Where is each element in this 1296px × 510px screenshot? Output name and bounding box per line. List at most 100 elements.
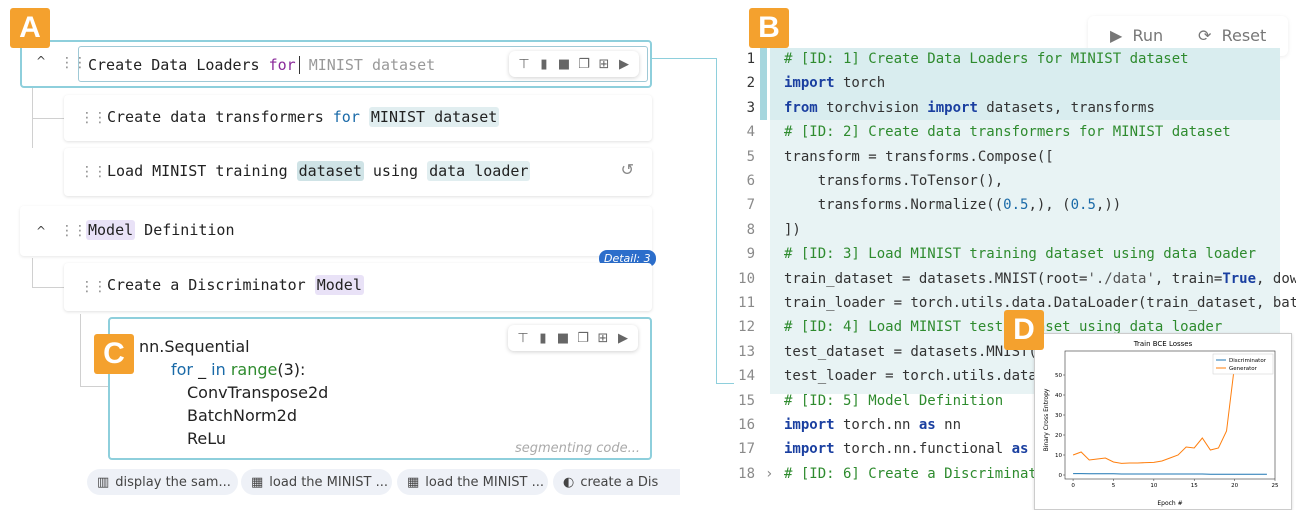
code-text: import torch xyxy=(784,75,886,92)
segmenting-status: segmenting code... xyxy=(514,441,640,456)
x-tick-label: 10 xyxy=(1150,483,1157,489)
entity-highlight[interactable]: data loader xyxy=(427,161,531,181)
run-block-icon[interactable]: ▶ xyxy=(616,331,630,346)
block-title-placeholder: MINIST dataset xyxy=(299,56,436,74)
block-title-space xyxy=(360,108,369,126)
line-number: 13 xyxy=(738,343,755,360)
chip-label: display the sam... xyxy=(115,474,231,490)
line-number: 11 xyxy=(738,295,755,311)
x-tick-label: 20 xyxy=(1231,483,1238,489)
code-line: 11 train_loader = torch.utils.data.DataLo… xyxy=(715,291,1296,315)
code-line: 10 train_dataset = datasets.MNIST(root='.… xyxy=(715,267,1296,291)
seq-token: _ xyxy=(193,360,212,379)
loss-chart-panel: Train BCE Losses Epoch # Binary Cross En… xyxy=(1034,333,1292,510)
code-line: 5 transform = transforms.Compose([ xyxy=(715,145,1280,169)
block-title: Model Definition xyxy=(86,220,235,240)
block-toolbar: ⊤ ▮ ■ ❐ ⊞ ▶ xyxy=(509,51,639,77)
plot-area: 0 5 10 15 20 25 0 10 20 30 40 50 Discriminator Genera… xyxy=(1055,350,1279,489)
seq-line: nn.Sequential xyxy=(139,337,250,356)
block-model-definition[interactable]: ^ ⋮⋮ Model Definition xyxy=(20,206,652,256)
line-number: 9 xyxy=(746,246,755,263)
reset-button[interactable]: ⟳ Reset xyxy=(1198,26,1266,45)
code-line: 9 # [ID: 3] Load MINIST training dataset … xyxy=(715,242,1280,266)
block-sequential[interactable]: nn.Sequential for _ in range(3): ConvTra… xyxy=(108,317,652,460)
block-create-data-loaders[interactable]: ^ ⋮⋮ Create Data Loaders for MINIST data… xyxy=(20,40,652,88)
suggestion-chip[interactable]: ▥ display the sam... xyxy=(87,469,238,495)
line-number: 8 xyxy=(746,221,755,238)
tree-connector xyxy=(32,118,64,119)
code-line: 1 # [ID: 1] Create Data Loaders for MINIS… xyxy=(715,47,1280,71)
line-number: 3 xyxy=(746,99,755,116)
seq-line: BatchNorm2d xyxy=(187,406,297,425)
block-title-text: Create data transformers xyxy=(107,108,333,126)
block-create-transformers[interactable]: ⋮⋮ Create data transformers for MINIST d… xyxy=(64,95,652,141)
code-line: 6 transforms.ToTensor(), xyxy=(715,169,1280,193)
entity-highlight[interactable]: Model xyxy=(314,275,364,295)
code-text: # [ID: 2] Create data transformers for M… xyxy=(784,124,1231,141)
expand-icon[interactable]: ▮ xyxy=(536,331,550,346)
suggestion-chip[interactable]: ◐ create a Dis xyxy=(553,469,680,495)
keyword-range: range xyxy=(225,360,278,379)
keyword-for: for xyxy=(332,108,360,126)
fold-chevron-icon[interactable]: › xyxy=(765,462,773,486)
code-text: # [ID: 3] Load MINIST training dataset u… xyxy=(784,246,1257,263)
code-text: test_loader = torch.utils.data. xyxy=(784,368,1046,385)
code-text: transform = transforms.Compose([ xyxy=(784,148,1054,165)
label-badge-d: D xyxy=(1004,310,1044,350)
y-tick-label: 10 xyxy=(1055,453,1062,459)
loss-chart: Train BCE Losses Epoch # Binary Cross En… xyxy=(1043,340,1279,507)
keyword-in: in xyxy=(211,360,226,379)
suggestion-chip[interactable]: ▦ load the MINIST ... xyxy=(241,469,392,495)
insert-below-icon[interactable]: ⊤ xyxy=(516,331,530,346)
insert-below-icon[interactable]: ⊤ xyxy=(517,57,531,72)
seq-line: for _ in range(3): xyxy=(139,358,328,381)
block-input[interactable]: Create Data Loaders for MINIST dataset ⊤… xyxy=(78,46,648,82)
code-text: # [ID: 1] Create Data Loaders for MINIST… xyxy=(784,51,1189,67)
code-line: 3 from torchvision import datasets, trans… xyxy=(715,96,1280,120)
history-icon[interactable]: ↺ xyxy=(621,160,634,179)
line-number: 4 xyxy=(746,124,755,141)
block-create-discriminator[interactable]: ⋮⋮ Create a Discriminator Model xyxy=(64,263,652,311)
tree-connector xyxy=(80,314,81,386)
suggestion-chip[interactable]: ▦ load the MINIST ... xyxy=(397,469,548,495)
block-title-text: Create Data Loaders xyxy=(88,56,269,74)
y-tick-label: 30 xyxy=(1055,413,1062,419)
code-line: 7 transforms.Normalize((0.5,), (0.5,)) xyxy=(715,193,1280,217)
entity-highlight[interactable]: Model xyxy=(86,220,136,240)
drag-handle-icon[interactable]: ⋮⋮ xyxy=(80,110,107,126)
drag-handle-icon[interactable]: ⋮⋮ xyxy=(80,164,107,180)
keyword-for: for xyxy=(171,360,193,379)
tree-connector xyxy=(32,258,33,288)
legend-label: Discriminator xyxy=(1229,358,1267,364)
run-button[interactable]: ▶ Run xyxy=(1110,26,1163,45)
bar-chart-icon: ▥ xyxy=(97,474,110,490)
delete-icon[interactable]: ■ xyxy=(557,57,571,72)
drag-handle-icon[interactable]: ⋮⋮ xyxy=(80,279,107,295)
block-load-training[interactable]: ⋮⋮ Load MINIST training dataset using da… xyxy=(64,148,652,196)
code-text: import torch.nn.functional as F xyxy=(784,441,1045,458)
line-number: 16 xyxy=(738,417,755,433)
block-title-text: Create a Discriminator xyxy=(107,276,315,294)
delete-icon[interactable]: ■ xyxy=(556,331,570,346)
add-icon[interactable]: ⊞ xyxy=(596,331,610,346)
code-text: transforms.ToTensor(), xyxy=(784,173,1004,189)
keyword-for: for xyxy=(268,56,296,74)
code-text: # [ID: 5] Model Definition xyxy=(784,392,1004,409)
drag-handle-icon[interactable]: ⋮⋮ xyxy=(60,223,87,239)
copy-icon[interactable]: ❐ xyxy=(576,331,590,346)
x-tick-label: 0 xyxy=(1071,483,1075,489)
expand-icon[interactable]: ▮ xyxy=(537,57,551,72)
block-title-text: Definition xyxy=(135,221,235,239)
y-tick-label: 0 xyxy=(1059,473,1063,479)
copy-icon[interactable]: ❐ xyxy=(577,57,591,72)
run-block-icon[interactable]: ▶ xyxy=(617,57,631,72)
collapse-chevron-icon[interactable]: ^ xyxy=(36,224,46,238)
line-number: 12 xyxy=(738,319,755,336)
run-label: Run xyxy=(1132,26,1164,45)
chart-xlabel: Epoch # xyxy=(1157,500,1182,507)
line-number: 17 xyxy=(738,441,755,458)
add-icon[interactable]: ⊞ xyxy=(597,57,611,72)
entity-highlight[interactable]: dataset xyxy=(296,161,364,181)
collapse-chevron-icon[interactable]: ^ xyxy=(36,54,46,68)
entity-highlight[interactable]: MINIST dataset xyxy=(368,107,500,127)
